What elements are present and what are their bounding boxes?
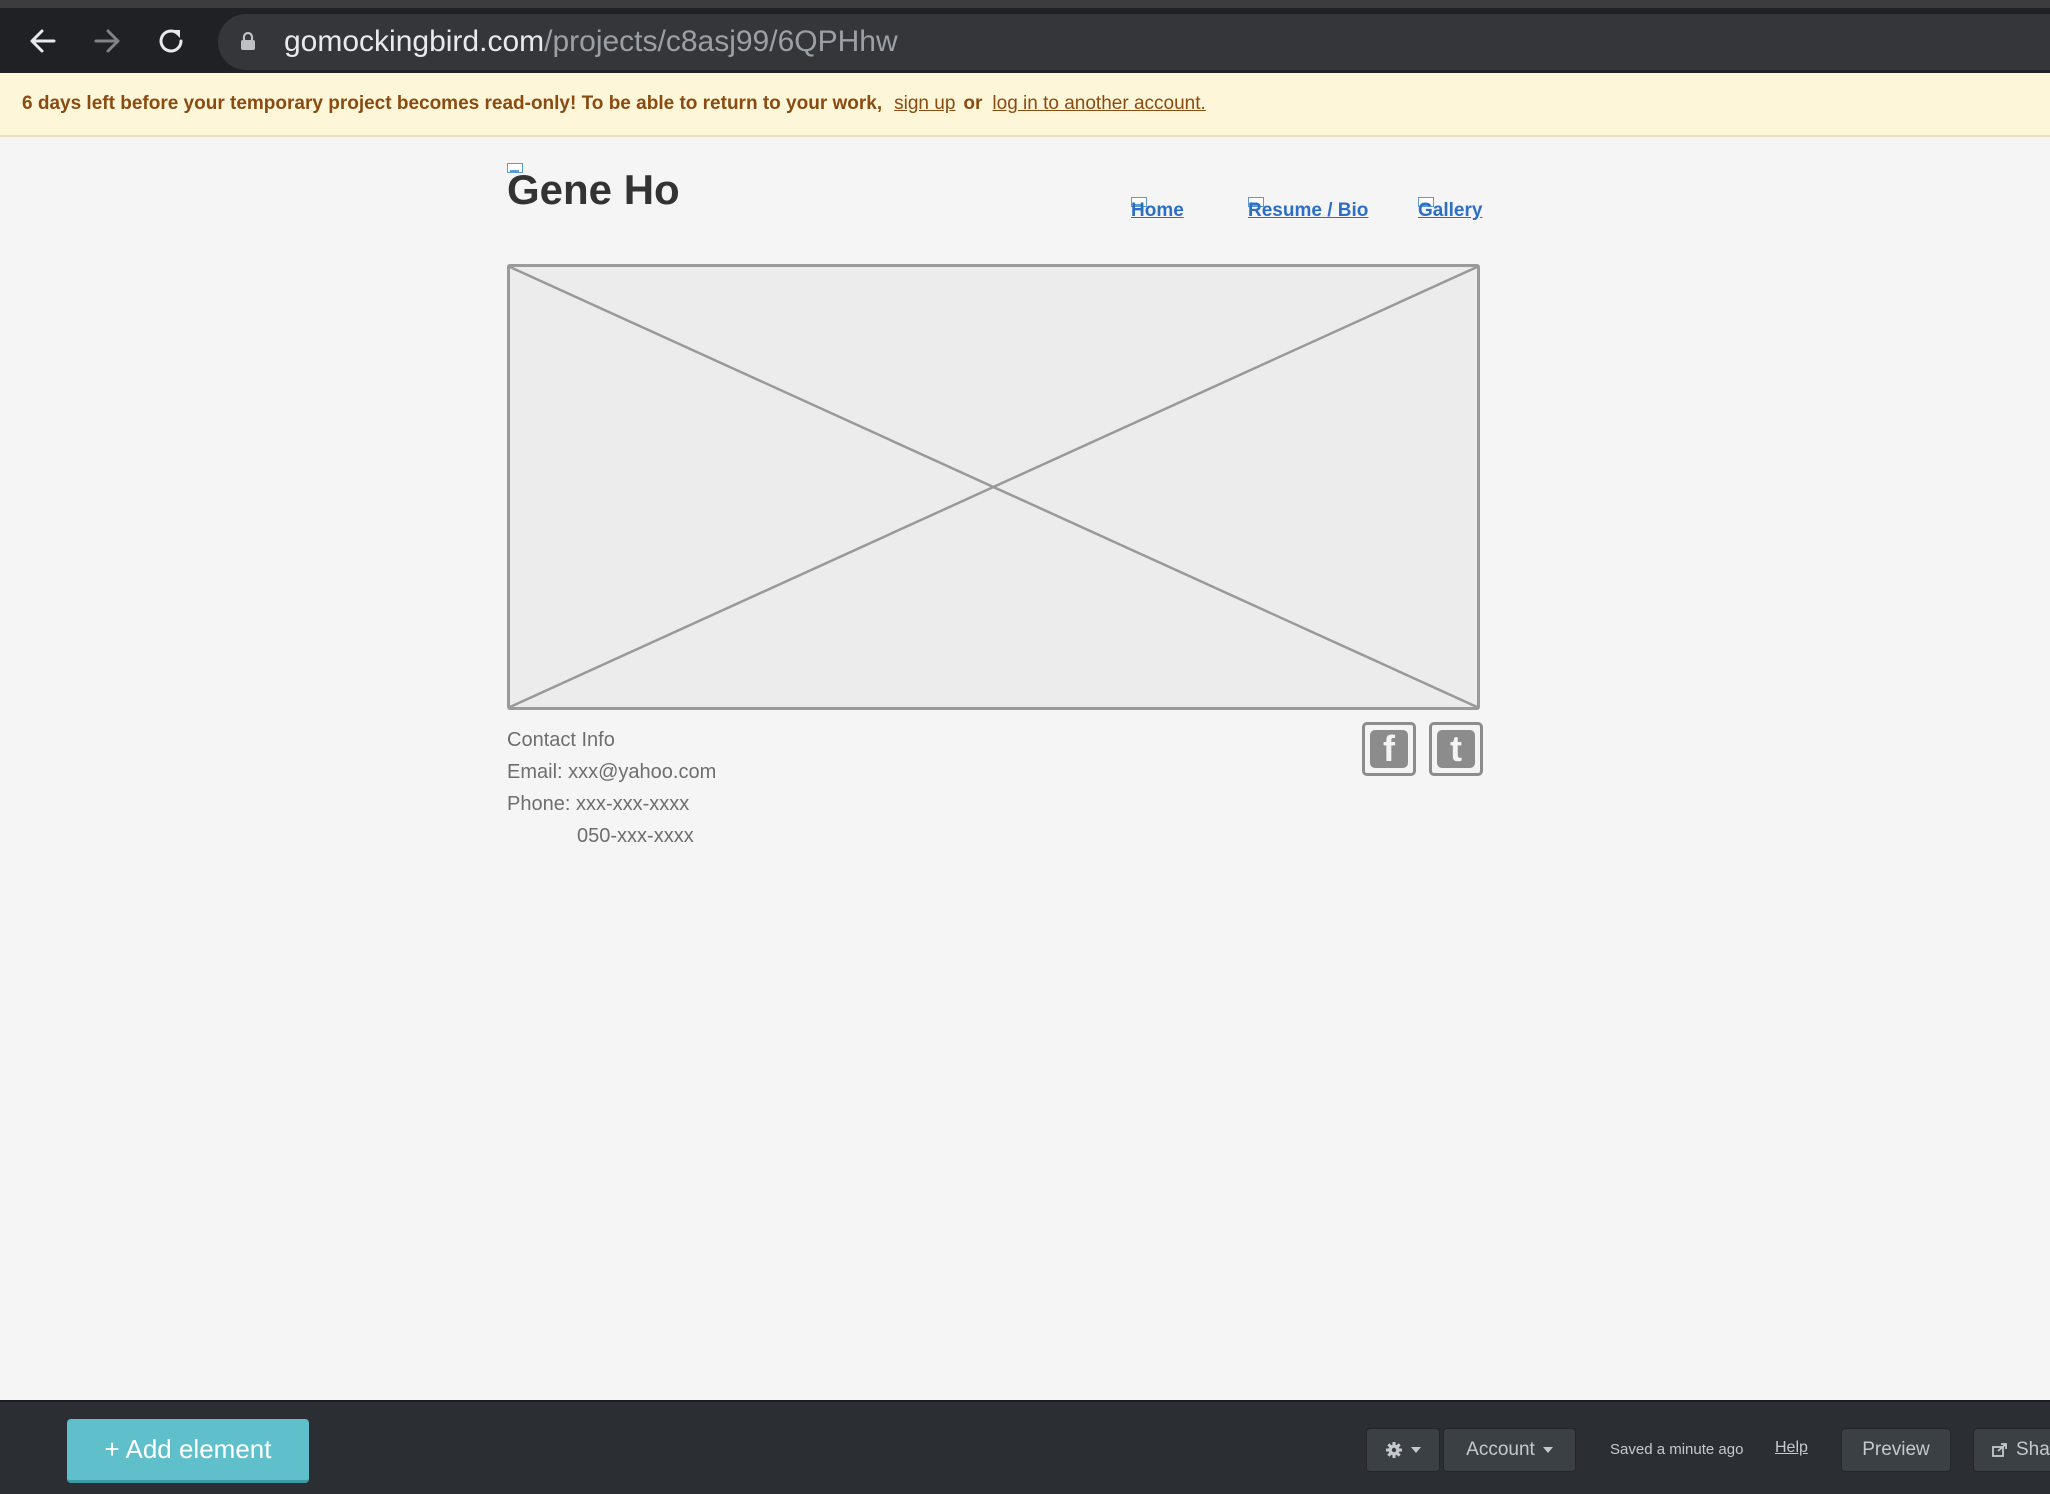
share-button[interactable]: Sha [1973, 1428, 2050, 1472]
contact-heading: Contact Info [507, 729, 615, 751]
help-link[interactable]: Help [1775, 1439, 1808, 1457]
contact-info: Contact Info Email: xxx@yahoo.com Phone:… [507, 724, 716, 852]
facebook-icon: f [1370, 728, 1408, 769]
contact-email: Email: xxx@yahoo.com [507, 761, 717, 783]
reload-icon [159, 29, 183, 53]
gear-icon [1386, 1442, 1402, 1458]
arrow-right-icon [94, 29, 120, 53]
readonly-notice-banner: 6 days left before your temporary projec… [0, 73, 2050, 137]
nav-link-resume-bio[interactable]: Resume / Bio [1248, 200, 1368, 222]
reload-button[interactable] [146, 16, 196, 66]
twitter-icon: t [1437, 728, 1475, 769]
url-text: gomockingbird.com/projects/c8asj99/6QPHh… [284, 26, 898, 58]
browser-toolbar: gomockingbird.com/projects/c8asj99/6QPHh… [0, 0, 2050, 73]
save-status: Saved a minute ago [1610, 1441, 1744, 1458]
notice-message: 6 days left before your temporary projec… [22, 93, 883, 114]
share-label: Sha [2016, 1439, 2050, 1460]
settings-dropdown[interactable] [1366, 1428, 1440, 1472]
add-element-button[interactable]: + Add element [67, 1419, 309, 1483]
url-path: /projects/c8asj99/6QPHhw [544, 25, 898, 58]
account-dropdown[interactable]: Account [1443, 1428, 1576, 1472]
account-label: Account [1466, 1439, 1535, 1460]
arrow-left-icon [30, 29, 56, 53]
twitter-button[interactable]: t [1429, 722, 1483, 776]
preview-button[interactable]: Preview [1841, 1428, 1951, 1472]
facebook-glyph: f [1383, 728, 1395, 769]
chevron-down-icon [1542, 1447, 1553, 1453]
contact-phone-secondary: 050-xxx-xxxx [577, 825, 694, 847]
share-icon [1992, 1443, 2007, 1457]
twitter-glyph: t [1450, 728, 1462, 769]
back-button[interactable] [18, 16, 68, 66]
sign-up-link[interactable]: sign up [894, 93, 955, 115]
image-placeholder[interactable] [507, 264, 1480, 710]
nav-link-gallery[interactable]: Gallery [1418, 200, 1482, 222]
chevron-down-icon [1411, 1447, 1421, 1453]
url-domain: gomockingbird.com [284, 25, 545, 58]
log-in-link[interactable]: log in to another account. [992, 93, 1205, 115]
site-title[interactable]: Gene Ho [507, 166, 680, 214]
facebook-button[interactable]: f [1362, 722, 1416, 776]
placeholder-cross-icon [510, 267, 1477, 707]
nav-link-home[interactable]: Home [1131, 200, 1184, 222]
notice-or: or [963, 93, 983, 114]
lock-icon [241, 31, 255, 50]
forward-button[interactable] [82, 16, 132, 66]
contact-phone: Phone: xxx-xxx-xxxx [507, 793, 690, 815]
address-bar[interactable]: gomockingbird.com/projects/c8asj99/6QPHh… [218, 14, 2050, 70]
